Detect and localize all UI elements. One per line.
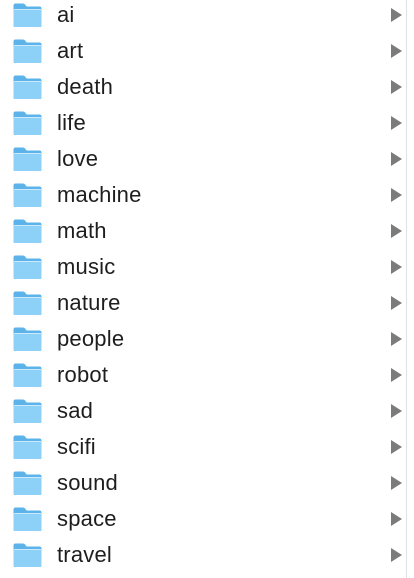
folder-name: music: [57, 254, 116, 279]
folder-name: love: [57, 146, 99, 171]
chevron-right-icon: [391, 44, 402, 58]
chevron-right-icon: [391, 224, 402, 238]
folder-row-death[interactable]: death: [0, 69, 406, 105]
folder-row-sad[interactable]: sad: [0, 393, 406, 429]
folder-icon: [13, 111, 42, 135]
folder-name: robot: [57, 362, 109, 387]
chevron-right-icon: [391, 116, 402, 130]
chevron-right-icon: [391, 8, 402, 22]
folder-row-nature[interactable]: nature: [0, 285, 406, 321]
folder-name: ai: [57, 2, 75, 27]
folder-name: math: [57, 218, 107, 243]
chevron-right-icon: [391, 440, 402, 454]
folder-row-travel[interactable]: travel: [0, 537, 406, 573]
folder-name: sad: [57, 398, 94, 423]
folder-icon: [13, 39, 42, 63]
chevron-right-icon: [391, 296, 402, 310]
folder-icon: [13, 399, 42, 423]
folder-icon: [13, 471, 42, 495]
folder-name: death: [57, 74, 114, 99]
folder-name: art: [57, 38, 84, 63]
folder-name: space: [57, 506, 117, 531]
chevron-right-icon: [391, 476, 402, 490]
folder-icon: [13, 435, 42, 459]
folder-name: nature: [57, 290, 121, 315]
chevron-right-icon: [391, 152, 402, 166]
folder-name: machine: [57, 182, 142, 207]
folder-icon: [13, 75, 42, 99]
folder-row-machine[interactable]: machine: [0, 177, 406, 213]
chevron-right-icon: [391, 368, 402, 382]
folder-icon: [13, 219, 42, 243]
folder-icon: [13, 183, 42, 207]
folder-icon: [13, 291, 42, 315]
folder-icon: [13, 363, 42, 387]
folder-row-love[interactable]: love: [0, 141, 406, 177]
next-column: [407, 0, 414, 578]
folder-icon: [13, 255, 42, 279]
folder-name: people: [57, 326, 125, 351]
chevron-right-icon: [391, 548, 402, 562]
folder-icon: [13, 327, 42, 351]
folder-icon: [13, 543, 42, 567]
chevron-right-icon: [391, 404, 402, 418]
folder-row-music[interactable]: music: [0, 249, 406, 285]
folder-row-ai[interactable]: ai: [0, 0, 406, 33]
chevron-right-icon: [391, 188, 402, 202]
folder-row-math[interactable]: math: [0, 213, 406, 249]
folder-icon: [13, 3, 42, 27]
folder-row-space[interactable]: space: [0, 501, 406, 537]
folder-name: travel: [57, 542, 112, 567]
folder-row-people[interactable]: people: [0, 321, 406, 357]
folder-row-scifi[interactable]: scifi: [0, 429, 406, 465]
folder-column: ai art death life love machine math musi…: [0, 0, 406, 578]
folder-list: ai art death life love machine math musi…: [0, 0, 406, 573]
folder-icon: [13, 507, 42, 531]
chevron-right-icon: [391, 332, 402, 346]
folder-name: scifi: [57, 434, 96, 459]
folder-name: sound: [57, 470, 118, 495]
folder-icon: [13, 147, 42, 171]
folder-row-sound[interactable]: sound: [0, 465, 406, 501]
folder-row-life[interactable]: life: [0, 105, 406, 141]
chevron-right-icon: [391, 80, 402, 94]
folder-row-robot[interactable]: robot: [0, 357, 406, 393]
chevron-right-icon: [391, 512, 402, 526]
folder-name: life: [57, 110, 86, 135]
folder-row-art[interactable]: art: [0, 33, 406, 69]
chevron-right-icon: [391, 260, 402, 274]
